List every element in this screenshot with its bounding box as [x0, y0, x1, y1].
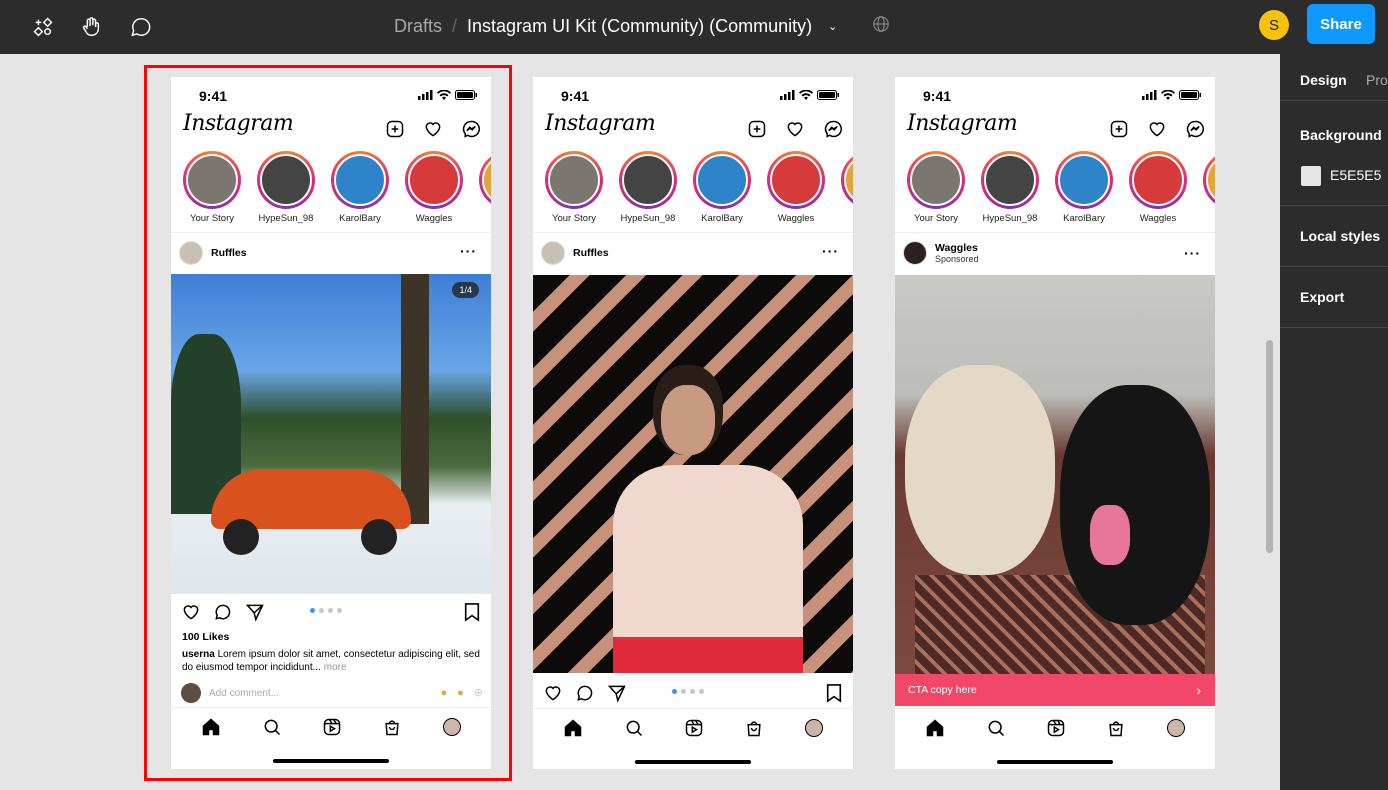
background-swatch[interactable] [1301, 166, 1321, 186]
profile-avatar[interactable] [1166, 718, 1185, 737]
post-header: Waggles Sponsored [903, 241, 979, 265]
story-name: Your Story [551, 213, 596, 224]
top-toolbar: Drafts / Instagram UI Kit (Community) (C… [0, 0, 1388, 54]
home-icon[interactable] [925, 718, 945, 738]
shop-icon[interactable] [744, 718, 764, 738]
left-gutter [0, 54, 107, 790]
selection-outline [144, 65, 512, 781]
search-icon[interactable] [624, 718, 644, 738]
post-avatar[interactable] [903, 241, 927, 265]
share-button[interactable]: Share [1307, 4, 1375, 44]
story-item[interactable]: Ch [835, 151, 853, 224]
post-header: Ruffles [541, 241, 609, 265]
comment-icon[interactable] [126, 12, 156, 42]
properties-panel: Design Pro Background E5E5E5 Local style… [1280, 54, 1388, 790]
sponsored-label: Sponsored [935, 254, 979, 264]
story-name: Your Story [913, 213, 958, 224]
story-item[interactable]: HypeSun_98 [975, 151, 1045, 224]
like-icon[interactable] [543, 683, 563, 703]
section-divider [1280, 205, 1388, 206]
home-indicator [635, 760, 751, 764]
story-item[interactable]: Your Story [901, 151, 971, 224]
status-icons [1142, 90, 1201, 100]
add-post-icon[interactable] [1109, 119, 1129, 139]
instagram-logo: Instagram [907, 111, 1018, 136]
export-label[interactable]: Export [1300, 289, 1344, 305]
stories-row: Your Story HypeSun_98 KarolBary Waggles … [539, 151, 853, 231]
phone-frame-3[interactable]: 9:41 Instagram Your Story HypeSun_98 Kar… [895, 77, 1215, 769]
more-options-icon[interactable]: ··· [1184, 245, 1201, 261]
background-label: Background [1300, 127, 1382, 143]
post-username[interactable]: Ruffles [573, 247, 609, 259]
instagram-logo: Instagram [545, 111, 656, 136]
status-icons [780, 90, 839, 100]
cta-label: CTA copy here [908, 684, 977, 696]
carousel-dots [672, 689, 704, 694]
chevron-down-icon[interactable]: ⌄ [828, 20, 837, 33]
story-name: Ch [1197, 213, 1215, 224]
local-styles-label: Local styles [1300, 228, 1381, 244]
section-divider [1280, 327, 1388, 328]
messenger-icon[interactable] [1185, 119, 1205, 139]
post-photo-woman[interactable] [533, 275, 853, 673]
phone-frame-2[interactable]: 9:41 Instagram Your Story HypeSun_98 Kar… [533, 77, 853, 769]
post-username[interactable]: Waggles [935, 242, 979, 254]
post-photo-dogs[interactable] [895, 275, 1215, 675]
bottom-nav [533, 708, 853, 746]
reels-icon[interactable] [1046, 718, 1066, 738]
profile-avatar[interactable] [804, 718, 823, 737]
story-name: KarolBary [1063, 213, 1105, 224]
send-icon[interactable] [607, 683, 627, 703]
heart-icon[interactable] [1147, 119, 1167, 139]
bottom-nav [895, 708, 1215, 746]
divider [895, 232, 1215, 233]
breadcrumb-separator: / [452, 15, 458, 36]
home-icon[interactable] [563, 718, 583, 738]
post-avatar[interactable] [541, 241, 565, 265]
shop-icon[interactable] [1106, 718, 1126, 738]
story-item[interactable]: Waggles [1123, 151, 1193, 224]
home-indicator [997, 760, 1113, 764]
story-item[interactable]: KarolBary [1049, 151, 1119, 224]
comment-icon[interactable] [575, 683, 595, 703]
story-item[interactable]: HypeSun_98 [613, 151, 683, 224]
tab-prototype[interactable]: Pro [1366, 72, 1388, 88]
reels-icon[interactable] [684, 718, 704, 738]
hand-icon[interactable] [76, 12, 106, 42]
messenger-icon[interactable] [823, 119, 843, 139]
divider [533, 232, 853, 233]
section-divider [1280, 100, 1388, 101]
heart-icon[interactable] [785, 119, 805, 139]
story-item[interactable]: Your Story [539, 151, 609, 224]
bookmark-icon[interactable] [825, 683, 843, 703]
story-name: Ch [835, 213, 853, 224]
canvas-scrollbar[interactable] [1266, 340, 1273, 553]
story-name: Waggles [777, 213, 815, 224]
user-avatar[interactable]: S [1259, 10, 1289, 40]
story-name: HypeSun_98 [620, 213, 676, 224]
story-name: Waggles [1139, 213, 1177, 224]
story-item[interactable]: Waggles [761, 151, 831, 224]
stories-row: Your Story HypeSun_98 KarolBary Waggles … [901, 151, 1215, 231]
breadcrumb: Drafts / Instagram UI Kit (Community) (C… [394, 14, 837, 38]
story-name: HypeSun_98 [982, 213, 1038, 224]
story-item[interactable]: KarolBary [687, 151, 757, 224]
section-divider [1280, 266, 1388, 267]
more-options-icon[interactable]: ··· [822, 243, 839, 259]
assets-icon[interactable] [28, 12, 58, 42]
chevron-right-icon: › [1196, 682, 1201, 698]
story-name: KarolBary [701, 213, 743, 224]
file-title[interactable]: Instagram UI Kit (Community) (Community) [467, 16, 812, 37]
background-hex[interactable]: E5E5E5 [1330, 167, 1381, 183]
search-icon[interactable] [986, 718, 1006, 738]
breadcrumb-drafts[interactable]: Drafts [394, 16, 442, 37]
status-time: 9:41 [923, 88, 952, 104]
globe-icon[interactable] [872, 15, 890, 33]
cta-button[interactable]: CTA copy here › [895, 674, 1215, 706]
tab-design[interactable]: Design [1300, 72, 1347, 88]
story-item[interactable]: Ch [1197, 151, 1215, 224]
status-time: 9:41 [561, 88, 590, 104]
add-post-icon[interactable] [747, 119, 767, 139]
